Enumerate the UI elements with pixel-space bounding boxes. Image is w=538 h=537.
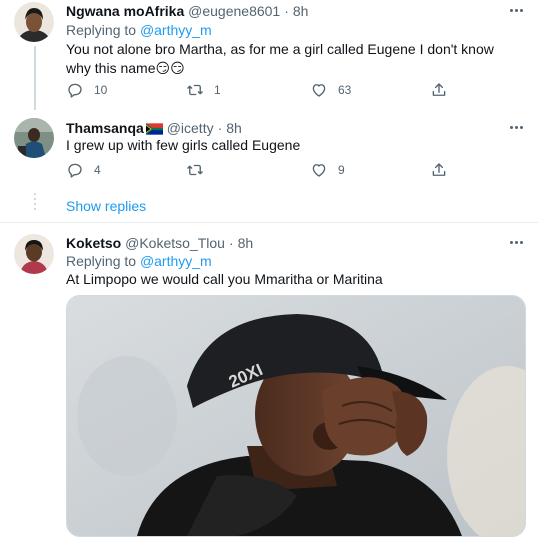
- reply-icon: [66, 81, 84, 99]
- tweet-ngwana[interactable]: Ngwana moAfrika @eugene8601 · 8h Replying …: [0, 0, 538, 110]
- separator-dot: ·: [228, 235, 234, 251]
- thread-continuation-dots: [34, 193, 36, 213]
- like-count: 9: [338, 163, 345, 177]
- mention-link[interactable]: @arthyy_m: [140, 253, 212, 269]
- share-icon: [430, 81, 448, 99]
- reply-count: 4: [94, 163, 101, 177]
- mention-link[interactable]: @arthyy_m: [140, 22, 212, 38]
- tweet-actions: 10 1 63: [66, 80, 466, 100]
- show-replies-link[interactable]: Show replies: [66, 197, 146, 215]
- avatar-ngwana[interactable]: [14, 2, 54, 42]
- display-name[interactable]: Koketso: [66, 235, 121, 251]
- replying-to-label: Replying to: [66, 22, 137, 38]
- tweet-thamsanqa[interactable]: Thamsanqa @icetty · 8h I grew up with few …: [0, 110, 538, 190]
- reply-button[interactable]: 4: [66, 160, 101, 180]
- more-icon[interactable]: [506, 3, 526, 17]
- separator-dot: ·: [284, 3, 289, 19]
- like-button[interactable]: 9: [310, 160, 345, 180]
- tweet-text: At Limpopo we would call you Mmaritha or…: [66, 271, 383, 287]
- display-name[interactable]: Thamsanqa: [66, 120, 144, 136]
- avatar-koketso[interactable]: [14, 234, 54, 274]
- like-icon: [310, 161, 328, 179]
- more-icon[interactable]: [506, 120, 526, 134]
- avatar-thamsanqa[interactable]: [14, 118, 54, 158]
- retweet-button[interactable]: [186, 160, 214, 180]
- reply-count: 10: [94, 83, 108, 97]
- timestamp[interactable]: 8h: [238, 235, 254, 251]
- retweet-icon: [186, 161, 204, 179]
- timestamp[interactable]: 8h: [226, 120, 242, 136]
- timestamp[interactable]: 8h: [293, 3, 309, 19]
- user-handle[interactable]: @Koketso_Tlou: [125, 235, 225, 251]
- replying-to: Replying to @arthyy_m: [66, 252, 212, 270]
- more-icon[interactable]: [506, 235, 526, 249]
- tweet-actions: 4 9: [66, 160, 466, 180]
- tweet-text: You not alone bro Martha, as for me a gi…: [66, 41, 494, 76]
- retweet-icon: [186, 81, 204, 99]
- reply-button[interactable]: 10: [66, 80, 107, 100]
- tweet-text: I grew up with few girls called Eugene: [66, 137, 301, 153]
- share-button[interactable]: [430, 80, 448, 100]
- user-handle[interactable]: @icetty: [167, 120, 214, 136]
- reply-icon: [66, 161, 84, 179]
- thread-line: [34, 46, 36, 110]
- retweet-button[interactable]: 1: [186, 80, 221, 100]
- like-count: 63: [338, 83, 352, 97]
- share-icon: [430, 161, 448, 179]
- like-button[interactable]: 63: [310, 80, 351, 100]
- tweet-media-image[interactable]: 20XI: [66, 295, 526, 537]
- replying-to-label: Replying to: [66, 253, 137, 269]
- user-handle[interactable]: @eugene8601: [188, 3, 280, 19]
- tweet-header: Koketso @Koketso_Tlou · 8h: [66, 234, 253, 252]
- golfer-photo: 20XI: [67, 296, 525, 536]
- tweet-header: Ngwana moAfrika @eugene8601 · 8h: [66, 2, 308, 20]
- display-name[interactable]: Ngwana moAfrika: [66, 3, 184, 19]
- separator-dot: ·: [217, 120, 223, 136]
- retweet-count: 1: [214, 83, 221, 97]
- share-button[interactable]: [430, 160, 448, 180]
- replying-to: Replying to @arthyy_m: [66, 21, 212, 39]
- like-icon: [310, 81, 328, 99]
